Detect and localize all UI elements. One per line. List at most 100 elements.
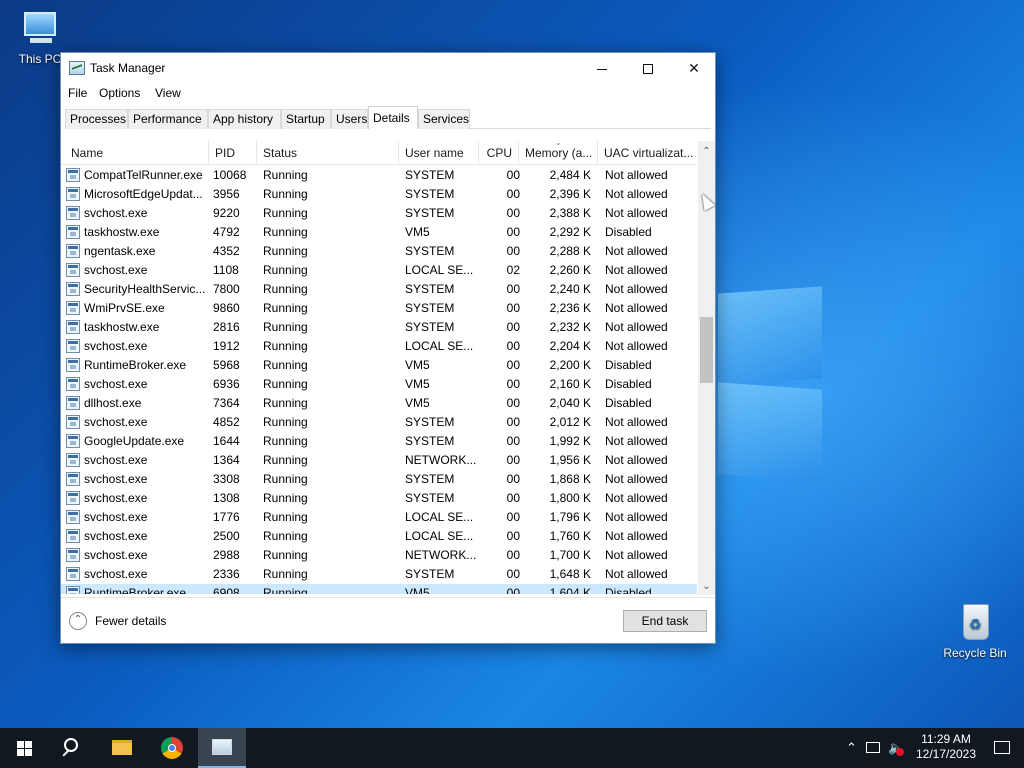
menu-view[interactable]: View [155,86,181,100]
cell-status: Running [263,320,308,334]
table-row[interactable]: svchost.exe 1912 Running LOCAL SE... 00 2,204… [61,337,697,356]
cell-status: Running [263,453,308,467]
cell-user-name: NETWORK... [405,548,477,562]
table-row[interactable]: svchost.exe 1108 Running LOCAL SE... 02 2,260… [61,261,697,280]
table-row[interactable]: taskhostw.exe 4792 Running VM5 00 2,292 K Disa… [61,223,697,242]
clock[interactable]: 11:29 AM 12/17/2023 [906,732,986,762]
minimize-button[interactable] [579,53,625,83]
search-button[interactable] [48,728,96,768]
cell-cpu: 00 [506,339,520,353]
cell-status: Running [263,472,308,486]
cell-status: Running [263,434,308,448]
menu-options[interactable]: Options [99,86,140,100]
table-row[interactable]: svchost.exe 2988 Running NETWORK... 00 1,700 … [61,546,697,565]
table-row[interactable]: dllhost.exe 7364 Running VM5 00 2,040 K Disabl… [61,394,697,413]
table-row[interactable]: WmiPrvSE.exe 9860 Running SYSTEM 00 2,236 K No… [61,299,697,318]
chrome-icon [161,737,183,759]
table-row[interactable]: svchost.exe 3308 Running SYSTEM 00 1,868 K Not… [61,470,697,489]
scrollbar-thumb[interactable] [700,317,713,383]
taskbar-file-explorer[interactable] [98,728,146,768]
cell-status: Running [263,301,308,315]
table-row[interactable]: GoogleUpdate.exe 1644 Running SYSTEM 00 1,992… [61,432,697,451]
table-row[interactable]: RuntimeBroker.exe 6908 Running VM5 00 1,604 K… [61,584,697,594]
cell-memory: 1,800 K [549,491,591,505]
cell-pid: 3308 [213,472,240,486]
scroll-up-icon[interactable]: ⌃ [698,143,715,160]
cell-user-name: SYSTEM [405,415,455,429]
cell-user-name: VM5 [405,396,430,410]
column-header-uac-virtualization[interactable]: UAC virtualizat... [598,141,697,165]
mute-badge-icon [896,748,904,756]
cell-memory: 2,288 K [549,244,591,258]
table-row[interactable]: svchost.exe 1364 Running NETWORK... 00 1,956 … [61,451,697,470]
tab-performance[interactable]: Performance [128,109,208,129]
window-title: Task Manager [90,61,166,75]
cell-uac-virtualization: Not allowed [605,168,668,182]
tab-startup[interactable]: Startup [281,109,331,129]
table-row[interactable]: svchost.exe 6936 Running VM5 00 2,160 K Disabl… [61,375,697,394]
table-row[interactable]: RuntimeBroker.exe 5968 Running VM5 00 2,200 K… [61,356,697,375]
cell-user-name: VM5 [405,225,430,239]
fewer-details-link[interactable]: Fewer details [95,614,166,628]
cell-user-name: VM5 [405,358,430,372]
table-row[interactable]: svchost.exe 1776 Running LOCAL SE... 00 1,796… [61,508,697,527]
tab-details[interactable]: Details [368,106,418,129]
task-manager-icon [212,739,232,755]
cell-user-name: LOCAL SE... [405,529,474,543]
cell-memory: 2,396 K [549,187,591,201]
cell-pid: 4352 [213,244,240,258]
column-header-user-name[interactable]: User name [399,141,479,165]
cell-uac-virtualization: Disabled [605,377,652,391]
end-task-button[interactable]: End task [623,610,707,632]
cell-pid: 6908 [213,586,240,594]
cell-uac-virtualization: Disabled [605,586,652,594]
cell-pid: 1912 [213,339,240,353]
table-row[interactable]: ngentask.exe 4352 Running SYSTEM 00 2,288 K No… [61,242,697,261]
cell-pid: 7800 [213,282,240,296]
taskbar-chrome[interactable] [148,728,196,768]
tab-services[interactable]: Services [418,109,470,129]
cell-uac-virtualization: Not allowed [605,548,668,562]
desktop-icon-recycle-bin[interactable]: ♻ Recycle Bin [935,602,1015,660]
table-row[interactable]: svchost.exe 9220 Running SYSTEM 00 2,388 K Not… [61,204,697,223]
cell-status: Running [263,225,308,239]
table-row[interactable]: svchost.exe 2500 Running LOCAL SE... 00 1,760… [61,527,697,546]
table-row[interactable]: SecurityHealthServic... 7800 Running SYSTEM… [61,280,697,299]
cell-memory: 2,236 K [549,301,591,315]
maximize-button[interactable] [625,53,671,83]
column-header-pid[interactable]: PID [209,141,257,165]
show-hidden-icons-chevron-icon[interactable]: ⌃ [846,740,857,756]
network-icon[interactable] [866,742,880,753]
taskbar-task-manager[interactable] [198,728,246,768]
table-row[interactable]: svchost.exe 2336 Running SYSTEM 00 1,648 K Not… [61,565,697,584]
cell-user-name: NETWORK... [405,453,477,467]
cell-memory: 2,204 K [549,339,591,353]
cell-user-name: VM5 [405,586,430,594]
tab-users[interactable]: Users [331,109,368,129]
recycle-bin-icon: ♻ [953,602,997,642]
taskbar: ⌃ 🔈 11:29 AM 12/17/2023 [0,728,1024,768]
title-bar[interactable]: Task Manager ✕ [61,53,715,83]
column-header-name[interactable]: Name [65,141,209,165]
column-header-status[interactable]: Status [257,141,399,165]
start-button[interactable] [0,728,48,768]
cell-uac-virtualization: Not allowed [605,529,668,543]
tab-app-history[interactable]: App history [208,109,281,129]
cell-cpu: 00 [506,244,520,258]
cell-uac-virtualization: Not allowed [605,339,668,353]
tab-processes[interactable]: Processes [65,109,128,129]
table-row[interactable]: svchost.exe 1308 Running SYSTEM 00 1,800 K Not… [61,489,697,508]
notifications-icon[interactable] [994,741,1010,754]
process-icon [66,472,80,486]
column-header-cpu[interactable]: CPU [479,141,519,165]
collapse-chevron-icon[interactable]: ⌃ [69,612,87,630]
table-row[interactable]: taskhostw.exe 2816 Running SYSTEM 00 2,232 KN… [61,318,697,337]
cell-pid: 2500 [213,529,240,543]
close-button[interactable]: ✕ [671,53,717,83]
scroll-down-icon[interactable]: ⌄ [698,578,715,595]
process-icon [66,301,80,315]
table-row[interactable]: MicrosoftEdgeUpdat... 3956 Running SYSTEM 00… [61,185,697,204]
table-row[interactable]: CompatTelRunner.exe 10068 Running SYSTEM 00 2… [61,166,697,185]
menu-file[interactable]: File [68,86,87,100]
table-row[interactable]: svchost.exe 4852 Running SYSTEM 00 2,012 K Not… [61,413,697,432]
